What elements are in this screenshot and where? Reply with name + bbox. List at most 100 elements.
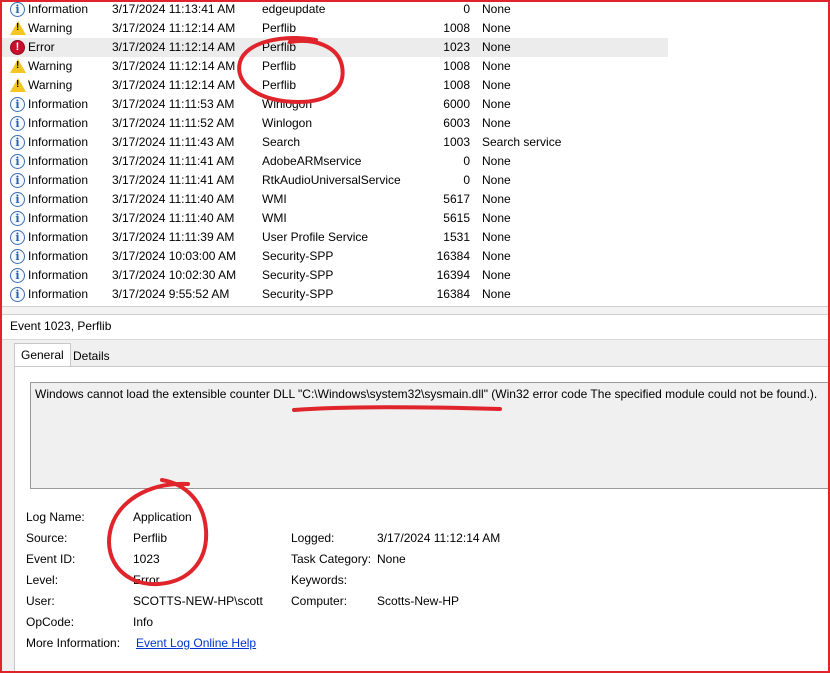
event-id: 1023 — [443, 40, 470, 54]
event-level: Information — [28, 135, 89, 149]
event-id: 6000 — [443, 97, 470, 111]
event-list[interactable]: i Information 3/17/2024 11:13:41 AM edgeupd… — [2, 2, 828, 306]
source-label: Source: — [26, 531, 68, 545]
event-source: User Profile Service — [262, 230, 369, 244]
event-row[interactable]: i Information 3/17/2024 11:11:41 AM RtkAudi… — [2, 171, 828, 190]
event-row[interactable]: Warning 3/17/2024 11:12:14 AM Perflib 1008 N… — [2, 57, 828, 76]
event-date-time: 3/17/2024 11:11:39 AM — [112, 230, 235, 244]
event-level: Information — [28, 97, 89, 111]
level-label: Level: — [26, 573, 59, 587]
pane-splitter[interactable] — [2, 306, 828, 315]
event-source: WMI — [262, 192, 287, 206]
warning-icon — [10, 19, 26, 38]
event-id: 0 — [463, 154, 470, 168]
event-date-time: 3/17/2024 11:12:14 AM — [112, 21, 236, 35]
event-task-category: None — [482, 21, 511, 35]
information-icon: i — [10, 152, 26, 171]
user-label: User: — [26, 594, 55, 608]
event-row[interactable]: i Information 3/17/2024 11:11:53 AM Winlogo… — [2, 95, 828, 114]
event-id: 5615 — [443, 211, 470, 225]
log-name-label: Log Name: — [26, 510, 85, 524]
event-id: 16384 — [436, 287, 470, 301]
event-source: Perflib — [262, 40, 297, 54]
event-date-time: 3/17/2024 11:11:43 AM — [112, 135, 235, 149]
information-icon: i — [10, 247, 26, 266]
event-viewer-window: i Information 3/17/2024 11:13:41 AM edgeupd… — [0, 0, 830, 673]
event-id: 16394 — [436, 268, 470, 282]
event-date-time: 3/17/2024 11:12:14 AM — [112, 78, 236, 92]
information-icon: i — [10, 228, 26, 247]
details-title-bar: Event 1023, Perflib — [2, 315, 828, 340]
opcode-value: Info — [133, 615, 154, 629]
event-level: Warning — [28, 59, 73, 73]
event-source: WMI — [262, 211, 287, 225]
event-source: Search — [262, 135, 301, 149]
tab-general[interactable]: General — [14, 343, 71, 367]
information-icon: i — [10, 114, 26, 133]
computer-value: Scotts-New-HP — [377, 594, 460, 608]
event-row[interactable]: i Information 3/17/2024 11:11:39 AM User Pr… — [2, 228, 828, 247]
details-title: Event 1023, Perflib — [10, 319, 112, 333]
event-row[interactable]: i Information 3/17/2024 11:11:41 AM AdobeAR… — [2, 152, 828, 171]
event-level: Warning — [28, 78, 73, 92]
event-source: Security-SPP — [262, 268, 334, 282]
event-level: Error — [28, 40, 55, 54]
event-row[interactable]: i Information 3/17/2024 11:11:40 AM WMI 5615… — [2, 209, 828, 228]
event-date-time: 3/17/2024 11:11:40 AM — [112, 211, 235, 225]
event-level: Information — [28, 211, 89, 225]
user-value: SCOTTS-NEW-HP\scott — [133, 594, 263, 608]
event-source: edgeupdate — [262, 2, 326, 16]
event-row[interactable]: Warning 3/17/2024 11:12:14 AM Perflib 1008 N… — [2, 19, 828, 38]
event-row[interactable]: i Information 3/17/2024 10:03:00 AM Securit… — [2, 247, 828, 266]
event-task-category: Search service — [482, 135, 562, 149]
event-row[interactable]: i Information 3/17/2024 11:11:40 AM WMI 5617… — [2, 190, 828, 209]
logged-value: 3/17/2024 11:12:14 AM — [377, 531, 501, 545]
event-task-category: None — [482, 59, 511, 73]
event-id-value: 1023 — [133, 552, 160, 566]
warning-icon — [10, 57, 26, 76]
information-icon: i — [10, 209, 26, 228]
event-date-time: 3/17/2024 9:55:52 AM — [112, 287, 230, 301]
event-task-category: None — [482, 116, 511, 130]
event-task-category: None — [482, 192, 511, 206]
event-log-online-help-link[interactable]: Event Log Online Help — [136, 636, 256, 650]
information-icon: i — [10, 133, 26, 152]
task-category-label: Task Category: — [291, 552, 372, 566]
event-date-time: 3/17/2024 10:02:30 AM — [112, 268, 237, 282]
event-row[interactable]: i Information 3/17/2024 11:11:52 AM Winlogo… — [2, 114, 828, 133]
tab-details[interactable]: Details — [66, 344, 117, 366]
general-tab-panel: Windows cannot load the extensible count… — [14, 366, 828, 671]
event-source: Perflib — [262, 21, 297, 35]
keywords-label: Keywords: — [291, 573, 348, 587]
event-level: Information — [28, 249, 89, 263]
event-id: 1008 — [443, 59, 470, 73]
event-date-time: 3/17/2024 11:12:14 AM — [112, 40, 236, 54]
event-row[interactable]: i Information 3/17/2024 11:11:43 AM Search 1… — [2, 133, 828, 152]
event-id: 1531 — [443, 230, 470, 244]
information-icon: i — [10, 95, 26, 114]
event-task-category: None — [482, 97, 511, 111]
event-level: Information — [28, 268, 89, 282]
event-id: 0 — [463, 2, 470, 16]
event-source: Perflib — [262, 59, 297, 73]
event-source: Security-SPP — [262, 287, 334, 301]
event-row[interactable]: i Information 3/17/2024 9:55:52 AM Security… — [2, 285, 828, 304]
event-row[interactable]: Warning 3/17/2024 11:12:14 AM Perflib 1008 N… — [2, 76, 828, 95]
event-task-category: None — [482, 268, 511, 282]
event-details-pane: Event 1023, Perflib General Details Wind… — [2, 315, 828, 671]
event-row[interactable]: i Information 3/17/2024 11:13:41 AM edgeupd… — [2, 2, 828, 19]
event-row[interactable]: ! Error 3/17/2024 11:12:14 AM Perflib 1023 No… — [2, 38, 828, 57]
information-icon: i — [10, 171, 26, 190]
event-id: 0 — [463, 173, 470, 187]
event-id: 1008 — [443, 21, 470, 35]
event-task-category: None — [482, 211, 511, 225]
event-task-category: None — [482, 287, 511, 301]
event-row[interactable]: i Information 3/17/2024 10:02:30 AM Securit… — [2, 266, 828, 285]
event-level: Information — [28, 116, 89, 130]
information-icon: i — [10, 2, 26, 19]
event-source: Winlogon — [262, 97, 313, 111]
event-date-time: 3/17/2024 11:11:53 AM — [112, 97, 235, 111]
task-category-value: None — [377, 552, 406, 566]
information-icon: i — [10, 285, 26, 304]
event-message-box[interactable]: Windows cannot load the extensible count… — [30, 382, 828, 489]
